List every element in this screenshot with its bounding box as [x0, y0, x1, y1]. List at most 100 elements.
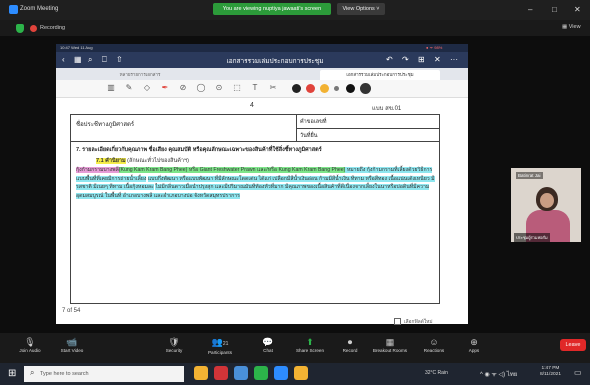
highlighted-english-name: (Kung Kam Kram Bang Phee) หรือ Giant Fre…: [118, 167, 346, 173]
taskbar-app-icon[interactable]: [194, 366, 208, 380]
join-audio-label: Join Audio: [19, 348, 41, 353]
zoom-logo-icon: [9, 5, 18, 14]
color-swatch-red[interactable]: [306, 84, 315, 93]
eraser-icon[interactable]: ◇: [142, 83, 152, 93]
request-number-label: คำขอเลขที่: [300, 119, 327, 125]
join-audio-button[interactable]: 🎙 Join Audio: [10, 336, 50, 353]
back-icon[interactable]: ‹: [62, 55, 65, 64]
security-shield-icon[interactable]: [16, 24, 24, 33]
participants-label: Participants: [207, 350, 232, 355]
security-label: Security: [165, 348, 183, 353]
share-screen-icon: ⬆: [306, 337, 314, 347]
add-page-icon[interactable]: ⊞: [418, 55, 425, 64]
taskbar-app-icon[interactable]: [214, 366, 228, 380]
definition-note: (ลักษณะทั่วไปของสินค้าฯ): [125, 158, 189, 164]
windows-start-icon[interactable]: ⊞: [8, 368, 20, 380]
field-checkbox[interactable]: [394, 318, 401, 325]
participants-button[interactable]: 👥21 Participants: [200, 336, 240, 355]
ipad-status-bar: 10:47 Wed 11 Aug ● ᯤ 98%: [56, 44, 468, 52]
close-doc-icon[interactable]: ✕: [434, 55, 441, 64]
system-tray[interactable]: ^ ◉ ᯤ ◁) ไทย: [480, 369, 517, 379]
image-icon[interactable]: ⊙: [214, 83, 224, 93]
text-tool-icon[interactable]: T: [250, 83, 260, 93]
taskbar-app-icon[interactable]: [254, 366, 268, 380]
tab-document-1[interactable]: หลายรายการเอกสาร: [80, 70, 200, 80]
color-swatch-black[interactable]: [292, 84, 301, 93]
bookmark-icon[interactable]: ⎕: [102, 55, 107, 65]
lasso-icon[interactable]: ⊘: [178, 83, 188, 93]
taskbar-search-input[interactable]: Type here to search: [24, 366, 184, 382]
scissors-icon[interactable]: ✂: [268, 83, 278, 93]
shapes-icon[interactable]: ◯: [196, 83, 206, 93]
microphone-icon: 🎙: [24, 337, 36, 347]
reactions-icon: ☺: [429, 337, 439, 347]
page-counter: 7 of 54: [62, 308, 81, 314]
submission-date-label: วันที่ยื่น: [300, 133, 318, 139]
checkbox-label: เลือกฟิลด์ใหม่: [404, 320, 433, 325]
participants-count: 21: [222, 341, 229, 347]
pen-icon[interactable]: ✎: [124, 83, 134, 93]
security-button[interactable]: 🛡 Security: [154, 336, 194, 353]
close-button[interactable]: ✕: [574, 5, 581, 14]
window-title: Zoom Meeting: [20, 6, 59, 12]
highlighted-term: กุ้งก้ามกรามบางพลี: [76, 167, 119, 173]
share-icon[interactable]: ⇧: [116, 55, 123, 64]
search-icon: ⌕: [30, 368, 35, 377]
taskbar-app-icon[interactable]: [234, 366, 248, 380]
breakout-rooms-button[interactable]: ▦ Breakout Rooms: [370, 336, 410, 353]
taskbar-zoom-icon[interactable]: [294, 366, 308, 380]
record-icon: ⏺: [347, 337, 353, 347]
table-divider: [296, 128, 440, 129]
people-icon: 👥: [211, 337, 223, 347]
gi-name-label: ชื่อประชีทางภูมิศาสตร์: [76, 122, 135, 128]
stroke-thin-dot[interactable]: [334, 86, 339, 91]
start-video-label: Start Video: [60, 348, 84, 353]
breakout-rooms-icon: ▦: [385, 337, 395, 347]
taskbar-app-icon[interactable]: [274, 366, 288, 380]
undo-icon[interactable]: ↶: [386, 55, 393, 64]
view-options-button[interactable]: View Options ˅: [337, 3, 385, 15]
form-code: แบบ สข.01: [372, 106, 402, 112]
view-button[interactable]: ▦ View: [562, 24, 581, 30]
tab-document-2[interactable]: เอกสารรวมเล่มประกอบการประชุม: [320, 70, 440, 80]
recording-label: Recording: [40, 25, 66, 31]
reader-icon[interactable]: ▥: [106, 83, 116, 93]
grid-icon[interactable]: ▦: [74, 55, 82, 64]
leave-button[interactable]: Leave: [560, 339, 586, 351]
chat-button[interactable]: 💬 Chat: [248, 336, 288, 353]
page-number: 4: [250, 102, 254, 109]
search-icon[interactable]: ⌕: [88, 55, 92, 65]
weather-widget[interactable]: 32°C Rain: [425, 370, 448, 376]
annotation-toolbar: [56, 80, 468, 98]
minimize-button[interactable]: –: [528, 5, 532, 14]
apps-button[interactable]: ⊕ Apps: [454, 336, 494, 353]
camera-icon[interactable]: ⬚: [232, 83, 242, 93]
stroke-medium-dot[interactable]: [346, 84, 355, 93]
definition-label: 7.1 คำนิยาม: [96, 158, 126, 164]
breakout-rooms-label: Breakout Rooms: [372, 348, 408, 353]
shield-icon: 🛡: [168, 337, 180, 347]
document-title: เอกสารรวมเล่มประกอบการประชุม: [226, 58, 324, 65]
notification-icon[interactable]: ▭: [574, 368, 582, 377]
ipad-status-right: ● ᯤ 98%: [426, 45, 443, 50]
reactions-label: Reactions: [423, 348, 445, 353]
start-video-button[interactable]: 📹 Start Video: [52, 336, 92, 353]
redo-icon[interactable]: ↷: [402, 55, 409, 64]
participants-icon: 👥21: [200, 336, 240, 350]
share-screen-label: Share Screen: [295, 348, 325, 353]
stroke-thick-dot[interactable]: [360, 83, 371, 94]
chat-label: Chat: [263, 348, 273, 353]
apps-icon: ⊕: [470, 337, 478, 347]
video-camera-icon: 📹: [66, 337, 78, 347]
color-swatch-yellow[interactable]: [320, 84, 329, 93]
more-icon[interactable]: ···: [450, 55, 458, 64]
share-screen-button[interactable]: ⬆ Share Screen: [290, 336, 330, 353]
record-button[interactable]: ⏺ Record: [330, 336, 370, 353]
record-label: Record: [342, 348, 358, 353]
taskbar-clock[interactable]: 1:47 PM 8/11/2021: [540, 366, 561, 378]
maximize-button[interactable]: □: [552, 5, 557, 14]
reactions-button[interactable]: ☺ Reactions: [414, 336, 454, 353]
highlighter-icon[interactable]: ✒: [160, 83, 170, 93]
participant-face: [540, 193, 554, 208]
chat-icon: 💬: [262, 337, 274, 347]
